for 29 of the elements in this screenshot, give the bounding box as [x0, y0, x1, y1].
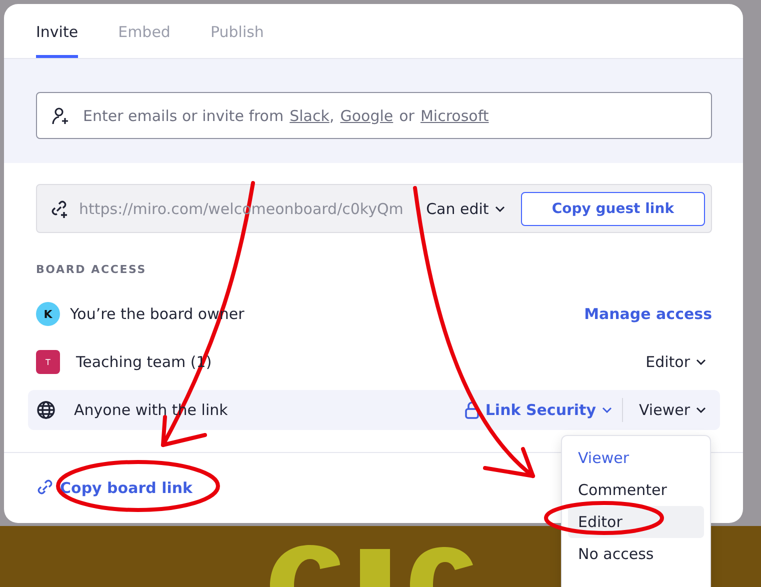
chevron-down-icon: [696, 359, 706, 365]
copy-guest-link-button[interactable]: Copy guest link: [520, 192, 705, 226]
placeholder-text: or: [399, 106, 414, 124]
chevron-down-icon: [494, 206, 505, 212]
permission-dropdown[interactable]: Can edit: [420, 200, 511, 218]
add-person-icon: [51, 106, 71, 126]
team-avatar: T: [36, 350, 60, 374]
menu-item[interactable]: Viewer: [568, 442, 704, 474]
placeholder-text: Enter emails or invite from: [83, 106, 284, 124]
avatar: K: [36, 302, 60, 326]
role-dropdown[interactable]: Editor: [640, 353, 712, 371]
copy-board-link[interactable]: Copy board link: [36, 479, 193, 497]
link-icon: [36, 479, 54, 497]
chevron-down-icon: [696, 407, 706, 413]
menu-item[interactable]: No access: [568, 538, 704, 570]
manage-access-link[interactable]: Manage access: [584, 305, 712, 323]
globe-icon: [36, 400, 56, 420]
section-heading: BOARD ACCESS: [36, 263, 148, 276]
role-dropdown[interactable]: Viewer: [633, 401, 712, 419]
padlock-icon: [465, 401, 480, 419]
invite-source-link[interactable]: Google: [340, 106, 394, 124]
chevron-down-icon: [602, 407, 612, 413]
link-security-dropdown[interactable]: Link Security: [465, 401, 612, 419]
menu-item[interactable]: Commenter: [568, 474, 704, 506]
invite-source-link[interactable]: Microsoft: [420, 106, 489, 124]
link-add-icon: [49, 198, 69, 218]
invite-source-link[interactable]: Slack: [290, 106, 330, 124]
invite-input-field[interactable]: Enter emails or invite from Slack, Google or Microsoft: [36, 92, 712, 139]
placeholder-text: ,: [329, 106, 334, 124]
